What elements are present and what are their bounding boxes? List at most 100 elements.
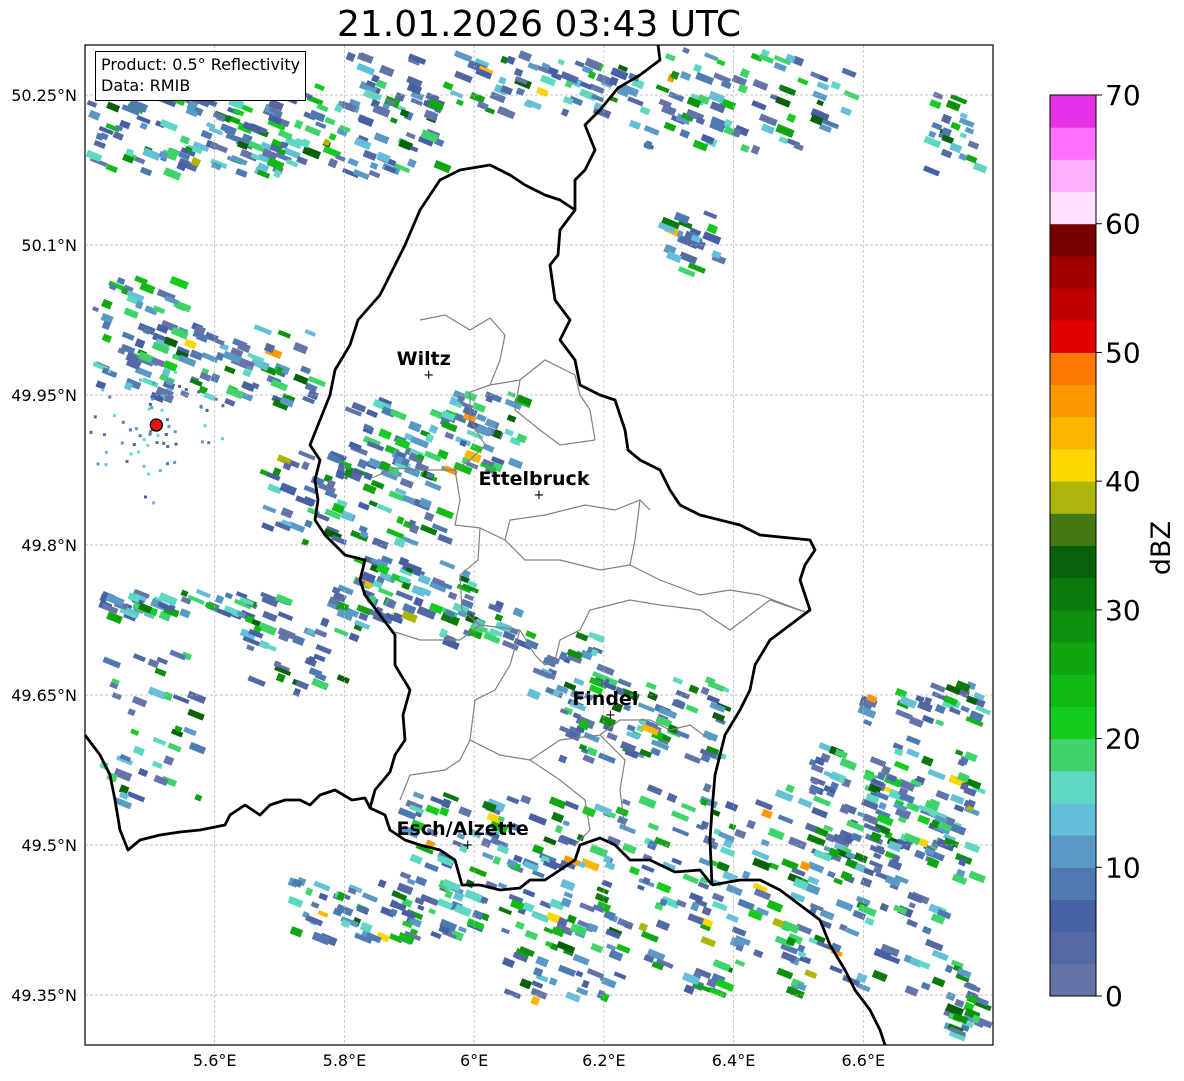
radar-echo (167, 424, 171, 428)
colorbar-block (1050, 384, 1096, 418)
map-plot-area: +Wiltz+Ettelbruck+Findel+Esch/Alzette (83, 44, 994, 1046)
radar-echo (108, 395, 112, 399)
lat-tick-label: 49.65°N (11, 686, 77, 705)
radar-echo (205, 408, 209, 412)
radar-echo (147, 472, 151, 476)
colorbar-tick-label: 50 (1105, 336, 1141, 369)
colorbar-block (1050, 674, 1096, 707)
colorbar-tick-label: 70 (1105, 79, 1141, 112)
lat-tick-label: 49.5°N (21, 836, 77, 855)
radar-echo (139, 378, 142, 382)
radar-echo (164, 433, 168, 436)
city-marker-icon: + (423, 368, 434, 383)
radar-echo (89, 430, 93, 434)
city-label: Wiltz (397, 348, 451, 370)
radar-echo (203, 424, 207, 428)
radar-echo (93, 415, 97, 419)
radar-echo (132, 443, 136, 447)
radar-map-figure: +Wiltz+Ettelbruck+Findel+Esch/Alzette 50… (11, 44, 1177, 1070)
radar-echo (104, 450, 108, 454)
colorbar-block (1050, 867, 1096, 900)
radar-echo (178, 384, 181, 388)
colorbar-block (1050, 609, 1096, 643)
colorbar-block (1050, 577, 1096, 611)
colorbar-tick-label: 20 (1105, 723, 1141, 756)
lon-tick-label: 6.2°E (582, 1051, 626, 1070)
radar-echo (200, 440, 204, 444)
colorbar-block (1050, 448, 1096, 482)
colorbar-block (1050, 642, 1096, 675)
radar-echo (129, 452, 133, 456)
radar-echo (138, 434, 142, 438)
radar-echo (146, 443, 150, 447)
radar-echo (142, 438, 146, 441)
radar-site-marker (149, 418, 163, 432)
radar-site-icon (149, 418, 163, 432)
data-source-label: Data: RMIB (101, 76, 191, 95)
colorbar-block (1050, 255, 1096, 289)
product-label: Product: 0.5° Reflectivity (101, 55, 301, 74)
radar-echo (197, 390, 201, 394)
radar-echo (112, 414, 116, 418)
lon-tick-label: 5.8°E (323, 1051, 367, 1070)
city-marker-icon: + (462, 838, 473, 853)
radar-echo (173, 430, 177, 434)
radar-echo (173, 460, 177, 464)
lat-tick-label: 49.8°N (21, 536, 77, 555)
radar-echo (160, 408, 164, 412)
radar-echo (207, 441, 211, 445)
radar-echo (214, 397, 218, 401)
radar-echo (184, 388, 188, 392)
lon-tick-label: 6.4°E (712, 1051, 756, 1070)
city-label: Ettelbruck (479, 468, 590, 490)
lon-tick-label: 6°E (460, 1051, 488, 1070)
colorbar-block (1050, 95, 1096, 128)
lon-tick-label: 5.6°E (193, 1051, 237, 1070)
colorbar-color-blocks (1050, 95, 1096, 997)
radar-echo (166, 462, 169, 466)
radar-echo (158, 469, 162, 472)
radar-echo (120, 441, 124, 445)
radar-echo (150, 406, 154, 410)
lon-tick-label: 6.6°E (842, 1051, 886, 1070)
colorbar-block (1050, 963, 1096, 997)
radar-echo (134, 427, 138, 431)
colorbar-block (1050, 416, 1096, 450)
colorbar-block (1050, 738, 1096, 772)
radar-echo (128, 428, 132, 432)
colorbar-block (1050, 835, 1096, 868)
radar-echo (148, 432, 152, 436)
radar-echo (142, 464, 146, 468)
radar-echo (152, 381, 156, 385)
colorbar-label: dBZ (1146, 521, 1177, 575)
colorbar-block (1050, 352, 1096, 386)
radar-echo (174, 442, 178, 446)
lat-tick-label: 50.25°N (11, 86, 77, 105)
colorbar-tick-label: 0 (1105, 980, 1123, 1013)
radar-echo (162, 441, 166, 445)
radar-echo (147, 407, 151, 411)
colorbar-tick-label: 60 (1105, 208, 1141, 241)
colorbar-block (1050, 127, 1096, 160)
lat-tick-label: 49.35°N (11, 986, 77, 1005)
colorbar-tick-label: 40 (1105, 465, 1141, 498)
colorbar-block (1050, 899, 1096, 933)
colorbar: 0 10 20 30 40 50 60 70 dBZ (1049, 79, 1177, 1013)
colorbar-block (1050, 513, 1096, 546)
map-title: 21.01.2026 03:43 UTC (336, 4, 742, 45)
colorbar-ticks: 0 10 20 30 40 50 60 70 (1096, 79, 1141, 1013)
colorbar-block (1050, 706, 1096, 740)
radar-echo (221, 404, 225, 408)
lat-tick-label: 50.1°N (21, 236, 77, 255)
radar-echo (137, 450, 140, 454)
radar-echo (156, 433, 160, 437)
colorbar-block (1050, 545, 1096, 579)
radar-echo (96, 462, 100, 466)
colorbar-tick-label: 10 (1105, 851, 1141, 884)
city-marker-icon: + (605, 708, 616, 723)
colorbar-block (1050, 481, 1096, 514)
radar-echo (108, 370, 111, 374)
city-marker-icon: + (534, 488, 545, 503)
radar-echo (125, 459, 129, 463)
colorbar-block (1050, 223, 1096, 257)
